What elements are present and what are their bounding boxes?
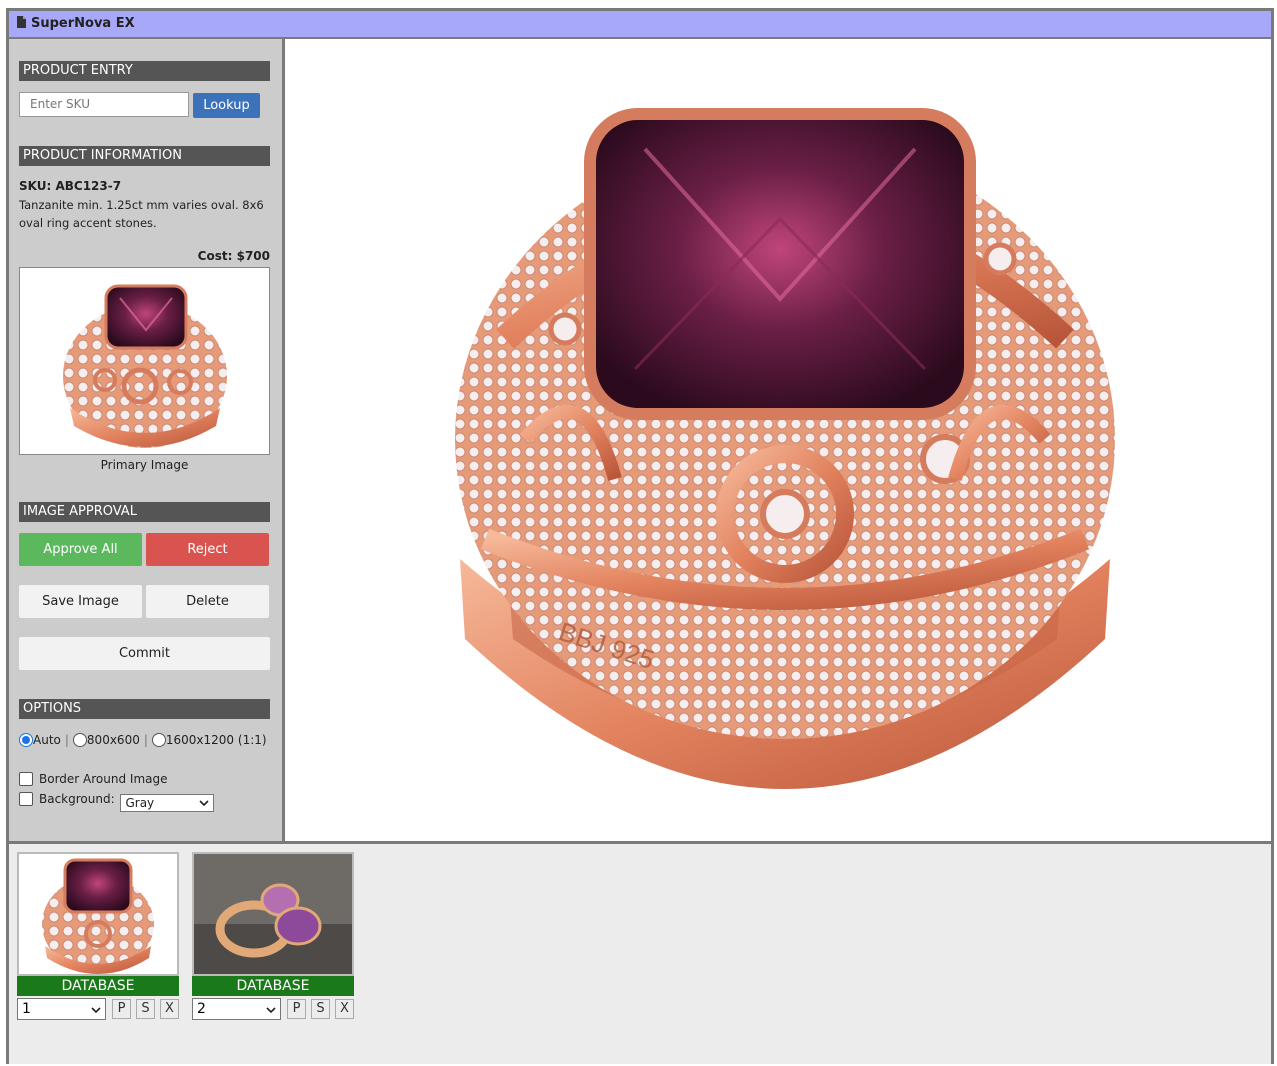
background-select-value: Gray [125, 796, 155, 810]
thumbnail-source-label: DATABASE [17, 976, 179, 996]
thumbnail-card: DATABASE 2 P S X [192, 852, 354, 1020]
set-secondary-button[interactable]: S [311, 999, 330, 1019]
product-information-heading: PRODUCT INFORMATION [19, 146, 270, 166]
thumbnail-image[interactable] [17, 852, 179, 976]
size-label-1600x1200: 1600x1200 (1:1) [165, 733, 267, 747]
product-description: Tanzanite min. 1.25ct mm varies oval. 8x… [19, 198, 264, 230]
thumbnail-image[interactable] [192, 852, 354, 976]
primary-image [19, 267, 270, 455]
set-secondary-button[interactable]: S [136, 999, 155, 1019]
remove-thumbnail-button[interactable]: X [160, 999, 179, 1019]
lookup-button[interactable]: Lookup [193, 93, 260, 118]
border-checkbox[interactable] [19, 772, 33, 786]
size-label-800x600: 800x600 [86, 733, 140, 747]
size-radio-auto[interactable] [19, 733, 33, 747]
chevron-down-icon [91, 1007, 101, 1014]
save-image-button[interactable]: Save Image [19, 585, 142, 618]
background-select[interactable]: Gray [120, 794, 215, 812]
primary-image-caption: Primary Image [100, 458, 189, 472]
ring-image [63, 284, 227, 448]
sku-label: SKU: ABC123-7 [19, 179, 122, 193]
background-checkbox[interactable] [19, 792, 33, 806]
thumbnail-order-select[interactable]: 1 [17, 998, 106, 1020]
set-primary-button[interactable]: P [287, 999, 306, 1019]
border-option: Border Around Image [19, 772, 168, 786]
thumbnail-card: DATABASE 1 P S X [17, 852, 179, 1020]
window-title: SuperNova EX [31, 16, 135, 31]
thumbnail-strip: DATABASE 1 P S X DATABASE 2 P S X [9, 841, 1271, 1064]
background-label: Background: [39, 792, 115, 806]
cost-readout: Cost: $700 [198, 249, 270, 263]
thumbnail-order-select[interactable]: 2 [192, 998, 281, 1020]
cost-label: Cost: [197, 249, 233, 263]
border-label: Border Around Image [39, 772, 168, 786]
set-primary-button[interactable]: P [112, 999, 131, 1019]
document-icon [17, 16, 26, 28]
background-option: Background: Gray [19, 792, 215, 812]
product-entry-heading: PRODUCT ENTRY [19, 61, 270, 81]
chevron-down-icon [199, 800, 210, 807]
chevron-down-icon [266, 1007, 276, 1014]
size-radio-800x600[interactable] [72, 733, 87, 747]
app-window: SuperNova EX PRODUCT ENTRY Enter SKU Loo… [6, 8, 1274, 1064]
remove-thumbnail-button[interactable]: X [335, 999, 354, 1019]
delete-button[interactable]: Delete [146, 585, 269, 618]
image-approval-heading: IMAGE APPROVAL [19, 502, 270, 522]
commit-button[interactable]: Commit [19, 637, 270, 670]
cost-value: $700 [236, 249, 270, 263]
options-heading: OPTIONS [19, 699, 270, 719]
ring-main-image: BBJ 925 [455, 108, 1115, 789]
sku-input[interactable]: Enter SKU [19, 92, 189, 117]
main-image-view: BBJ 925 [285, 39, 1271, 841]
size-radio-group: Auto | 800x600 | 1600x1200 (1:1) [19, 733, 267, 753]
title-bar: SuperNova EX [9, 11, 1271, 39]
reject-button[interactable]: Reject [146, 533, 269, 566]
size-label-auto: Auto [33, 733, 61, 747]
size-radio-1600x1200[interactable] [151, 733, 166, 747]
thumbnail-source-label: DATABASE [192, 976, 354, 996]
sidebar: PRODUCT ENTRY Enter SKU Lookup PRODUCT I… [9, 39, 285, 841]
approve-all-button[interactable]: Approve All [19, 533, 142, 566]
